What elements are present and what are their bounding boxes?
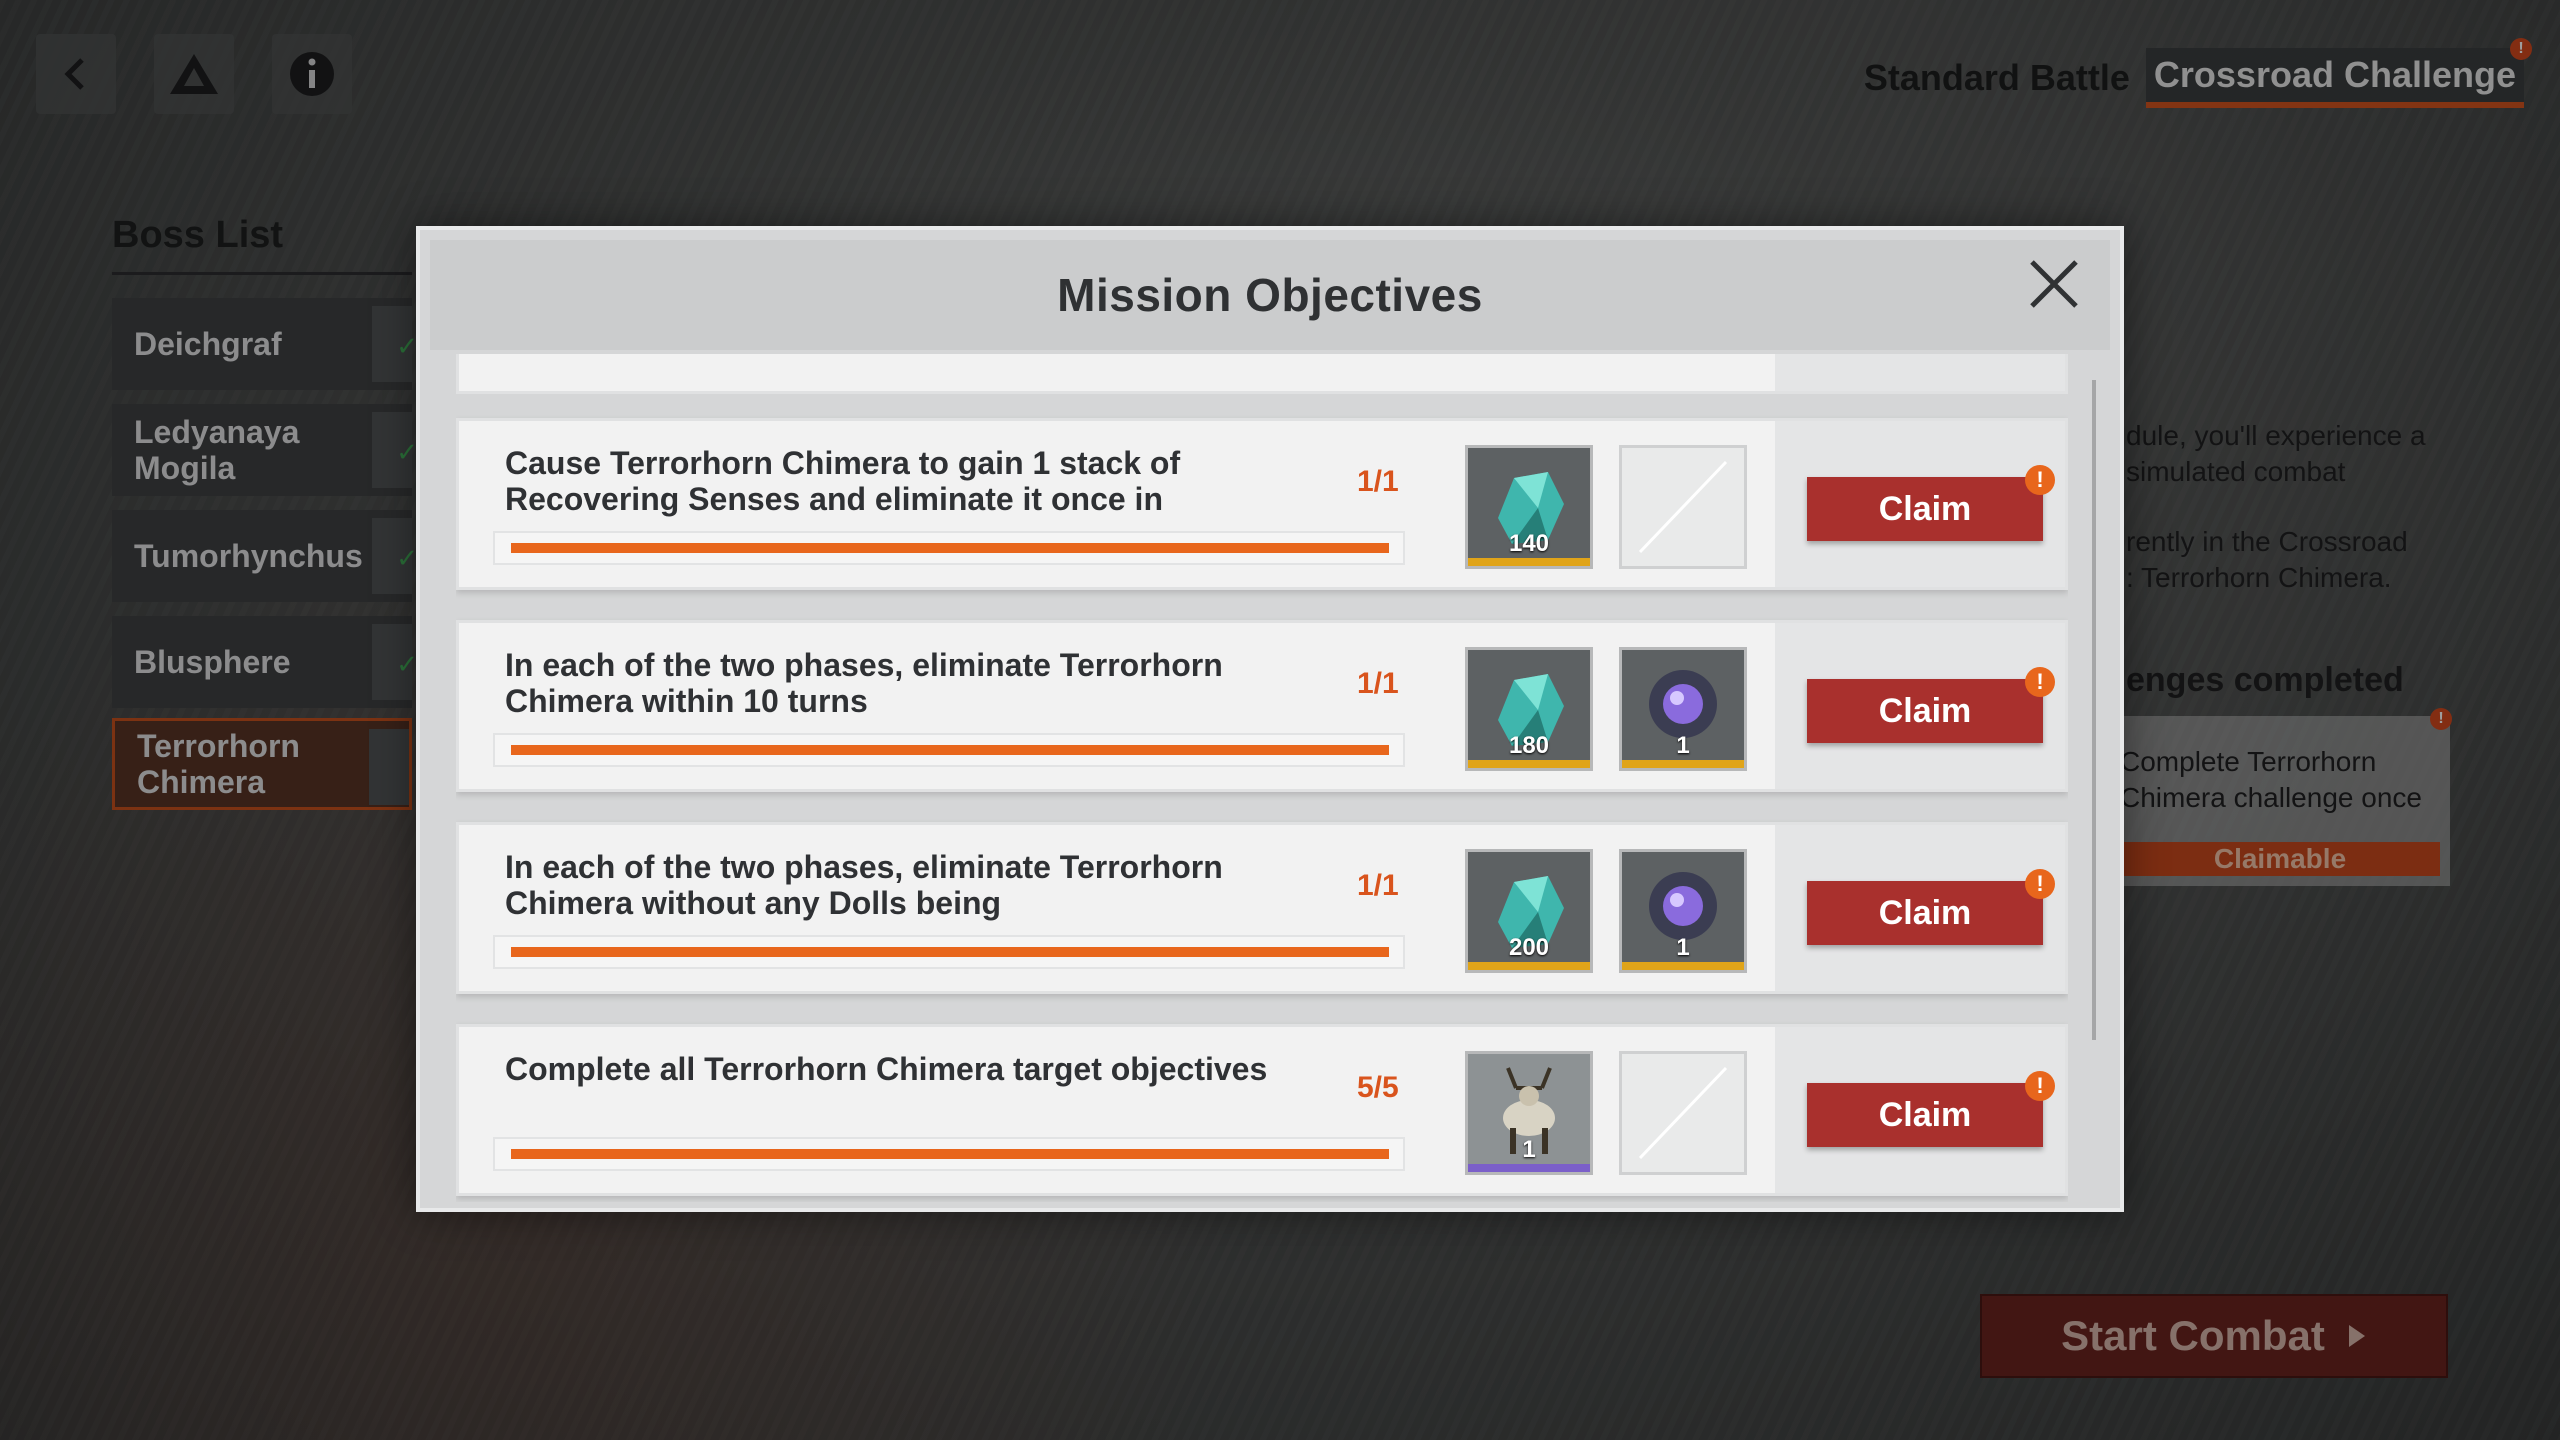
reward-quantity: 1 bbox=[1676, 934, 1690, 961]
mission-progress-count: 1/1 bbox=[1357, 667, 1399, 700]
mission-list[interactable]: Cause Terrorhorn Chimera to gain 1 stack… bbox=[456, 354, 2068, 1202]
alert-icon: ! bbox=[2025, 869, 2055, 899]
alert-icon: ! bbox=[2025, 667, 2055, 697]
progress-fill bbox=[511, 543, 1389, 553]
empty-reward-slot bbox=[1619, 445, 1747, 569]
mission-description: Cause Terrorhorn Chimera to gain 1 stack… bbox=[505, 445, 1181, 517]
mission-row: Complete all Terrorhorn Chimera target o… bbox=[456, 1024, 2068, 1196]
rarity-strip bbox=[1622, 962, 1744, 970]
empty-slot-icon bbox=[1638, 1066, 1728, 1160]
close-icon bbox=[2030, 260, 2078, 308]
progress-bar bbox=[493, 1137, 1405, 1171]
reward-quantity: 1 bbox=[1676, 732, 1690, 759]
reward-quantity: 140 bbox=[1508, 530, 1550, 557]
progress-fill bbox=[511, 745, 1389, 755]
reward-item[interactable]: 1 bbox=[1619, 849, 1747, 973]
mission-objectives-dialog: Mission Objectives Cause Terrorhorn Chim… bbox=[416, 226, 2124, 1212]
reward-item[interactable]: 180 bbox=[1465, 647, 1593, 771]
mission-progress-count: 1/1 bbox=[1357, 869, 1399, 902]
rarity-strip bbox=[1468, 558, 1590, 566]
claim-button[interactable]: Claim bbox=[1807, 1083, 2043, 1147]
reward-item[interactable]: 140 bbox=[1465, 445, 1593, 569]
claim-button[interactable]: Claim bbox=[1807, 679, 2043, 743]
progress-fill bbox=[511, 947, 1389, 957]
progress-bar bbox=[493, 935, 1405, 969]
mission-description: In each of the two phases, eliminate Ter… bbox=[505, 647, 1223, 719]
progress-bar bbox=[493, 531, 1405, 565]
mission-row-partial bbox=[456, 354, 2068, 394]
mission-row: Cause Terrorhorn Chimera to gain 1 stack… bbox=[456, 418, 2068, 590]
close-button[interactable] bbox=[2024, 254, 2084, 314]
reward-item[interactable]: 1 bbox=[1619, 647, 1747, 771]
dialog-header: Mission Objectives bbox=[430, 240, 2110, 350]
progress-fill bbox=[511, 1149, 1389, 1159]
claim-button[interactable]: Claim bbox=[1807, 881, 2043, 945]
rarity-strip bbox=[1468, 1164, 1590, 1172]
reward-item[interactable]: 1 bbox=[1465, 1051, 1593, 1175]
alert-icon: ! bbox=[2025, 1071, 2055, 1101]
mission-row: In each of the two phases, eliminate Ter… bbox=[456, 822, 2068, 994]
rarity-strip bbox=[1622, 760, 1744, 768]
scrollbar[interactable] bbox=[2092, 380, 2096, 1040]
mission-description: In each of the two phases, eliminate Ter… bbox=[505, 849, 1223, 921]
alert-icon: ! bbox=[2025, 465, 2055, 495]
mission-progress-count: 5/5 bbox=[1357, 1071, 1399, 1104]
rarity-strip bbox=[1468, 962, 1590, 970]
claim-button[interactable]: Claim bbox=[1807, 477, 2043, 541]
empty-reward-slot bbox=[1619, 1051, 1747, 1175]
rarity-strip bbox=[1468, 760, 1590, 768]
reward-quantity: 200 bbox=[1508, 934, 1550, 961]
empty-slot-icon bbox=[1638, 460, 1728, 554]
mission-row: In each of the two phases, eliminate Ter… bbox=[456, 620, 2068, 792]
reward-quantity: 180 bbox=[1508, 732, 1550, 759]
reward-item[interactable]: 200 bbox=[1465, 849, 1593, 973]
reward-quantity: 1 bbox=[1522, 1136, 1536, 1163]
dialog-title: Mission Objectives bbox=[1057, 269, 1483, 321]
mission-description: Complete all Terrorhorn Chimera target o… bbox=[505, 1051, 1268, 1087]
progress-bar bbox=[493, 733, 1405, 767]
mission-progress-count: 1/1 bbox=[1357, 465, 1399, 498]
